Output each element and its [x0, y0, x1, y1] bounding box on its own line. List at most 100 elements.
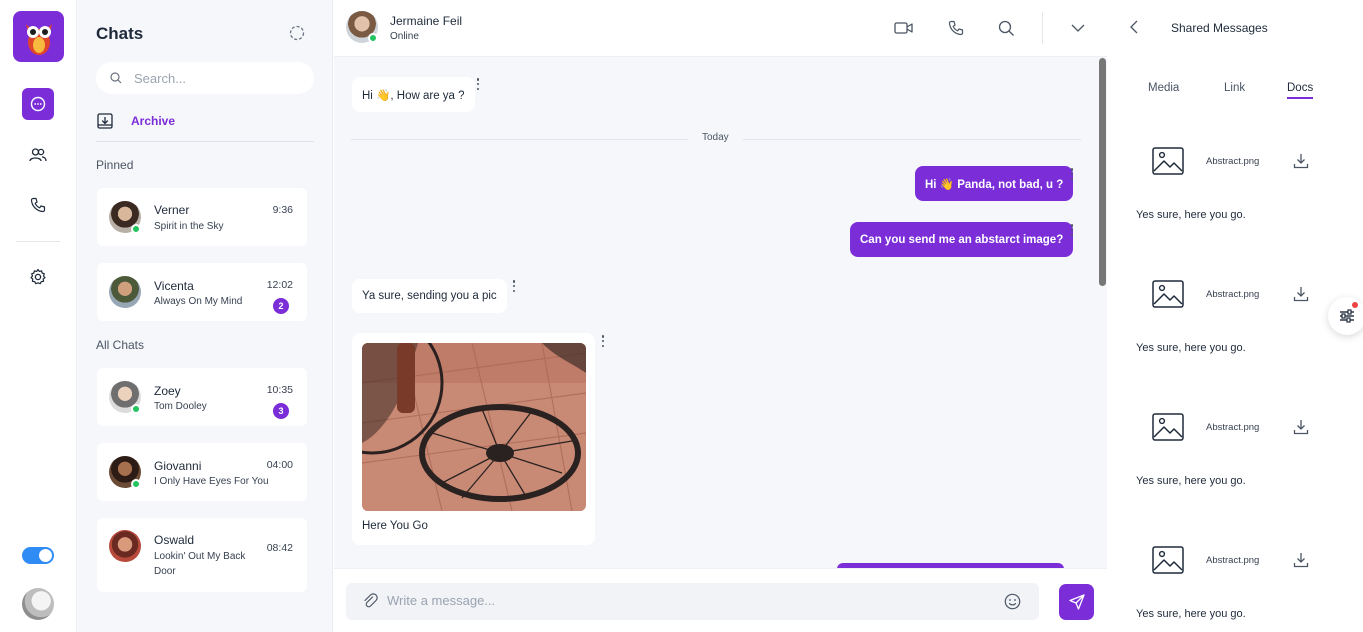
emoji-icon[interactable] [1004, 593, 1021, 610]
doc-message-text: Yes sure, here you go. [1136, 608, 1246, 620]
chat-last-message: Lookin' Out My Back Door [154, 551, 246, 577]
more-options-button[interactable] [1068, 18, 1088, 38]
chat-time: 04:00 [266, 459, 293, 471]
shared-doc-item[interactable]: Abstract.png [1108, 145, 1363, 185]
image-caption: Here You Go [362, 520, 428, 532]
download-icon[interactable] [1293, 153, 1309, 169]
chat-item-zoey[interactable]: Zoey Tom Dooley 10:35 3 [97, 368, 307, 426]
message-bubble-incoming: Hi 👋, How are ya ? [352, 77, 475, 112]
doc-file-name: Abstract.png [1206, 555, 1260, 566]
shared-doc-item[interactable]: Abstract.png [1108, 278, 1363, 318]
online-indicator [131, 404, 141, 414]
message-menu-button[interactable] [512, 280, 516, 292]
archive-link[interactable]: Archive [96, 112, 175, 130]
nav-contacts-button[interactable] [22, 139, 54, 171]
all-chats-section-label: All Chats [96, 338, 145, 352]
tab-link[interactable]: Link [1224, 82, 1245, 94]
search-icon [998, 20, 1014, 36]
download-icon[interactable] [1293, 552, 1309, 568]
archive-icon [97, 113, 113, 129]
send-icon [1068, 594, 1085, 610]
message-bubble-outgoing: Hi 👋 Panda, not bad, u ? [915, 166, 1074, 201]
tab-media[interactable]: Media [1148, 82, 1179, 94]
attachment-icon[interactable] [362, 593, 378, 609]
download-icon[interactable] [1293, 419, 1309, 435]
contact-status: Online [390, 31, 419, 42]
chat-last-message: Spirit in the Sky [154, 221, 224, 232]
chat-item-verner[interactable]: Verner Spirit in the Sky 9:36 [97, 188, 307, 246]
message-menu-button[interactable] [601, 335, 605, 347]
image-file-icon [1152, 280, 1184, 308]
theme-toggle[interactable] [22, 547, 54, 564]
chat-name: Oswald [154, 533, 195, 547]
message-bubble-incoming: Ya sure, sending you a pic [352, 279, 507, 313]
chat-time: 12:02 [266, 279, 293, 291]
chat-name: Giovanni [154, 459, 202, 473]
refresh-icon[interactable] [289, 25, 305, 41]
message-menu-button[interactable] [1070, 168, 1074, 180]
chat-name: Zoey [154, 384, 181, 398]
chat-item-giovanni[interactable]: Giovanni I Only Have Eyes For You 04:00 [97, 443, 307, 501]
phone-icon [948, 20, 964, 36]
image-message: Here You Go [352, 333, 595, 545]
pinned-section-label: Pinned [96, 158, 134, 172]
chat-last-message: Tom Dooley [154, 401, 207, 412]
app-logo[interactable] [13, 11, 64, 62]
shared-messages-panel: Shared Messages Media Link Docs Abstract… [1108, 0, 1363, 632]
online-indicator [131, 479, 141, 489]
doc-message-text: Yes sure, here you go. [1136, 209, 1246, 221]
doc-file-name: Abstract.png [1206, 422, 1260, 433]
user-avatar[interactable] [22, 588, 54, 620]
archive-label: Archive [131, 114, 176, 128]
tab-docs[interactable]: Docs [1287, 82, 1314, 99]
nav-rail [0, 0, 77, 632]
message-menu-button[interactable] [1070, 224, 1074, 236]
back-chevron-icon[interactable] [1127, 19, 1143, 35]
video-call-button[interactable] [894, 18, 914, 38]
avatar [109, 276, 141, 308]
message-text: Hi 👋, How are ya ? [362, 89, 465, 102]
conversation-panel: Jermaine Feil Online Hi 👋, How are ya ? … [334, 0, 1107, 632]
chat-item-vicenta[interactable]: Vicenta Always On My Mind 12:02 2 [97, 263, 307, 321]
customizer-button[interactable] [1328, 297, 1363, 335]
message-menu-button[interactable] [476, 78, 480, 90]
chat-item-oswald[interactable]: Oswald Lookin' Out My Back Door 08:42 [97, 518, 307, 592]
bicycle-shadow-image [362, 343, 586, 511]
chat-name: Verner [154, 203, 190, 217]
chat-name: Vicenta [154, 279, 194, 293]
doc-message-text: Yes sure, here you go. [1136, 342, 1246, 354]
messages-scrollbar[interactable] [1099, 58, 1106, 286]
rail-divider [16, 241, 60, 242]
send-button[interactable] [1059, 584, 1094, 620]
shared-doc-item[interactable]: Abstract.png [1108, 544, 1363, 584]
composer-box [346, 583, 1039, 620]
nav-calls-button[interactable] [22, 189, 54, 221]
chat-last-message: I Only Have Eyes For You [154, 476, 269, 487]
shared-doc-item[interactable]: Abstract.png [1108, 411, 1363, 451]
contacts-icon [29, 148, 47, 162]
message-text: Ya sure, sending you a pic [362, 290, 497, 302]
phone-icon [30, 197, 46, 213]
chat-icon [30, 96, 46, 112]
search-messages-button[interactable] [996, 18, 1016, 38]
header-divider [1042, 12, 1043, 44]
shared-messages-title: Shared Messages [1171, 21, 1268, 35]
search-input[interactable] [134, 70, 294, 86]
download-icon[interactable] [1293, 286, 1309, 302]
nav-settings-button[interactable] [22, 261, 54, 293]
image-file-icon [1152, 546, 1184, 574]
search-icon [110, 72, 122, 84]
chat-time: 08:42 [266, 542, 293, 554]
shared-photo[interactable] [362, 343, 586, 511]
message-text: Can you send me an abstarct image? [860, 233, 1064, 246]
chat-list-title: Chats [96, 24, 144, 43]
conversation-header: Jermaine Feil Online [334, 0, 1107, 57]
message-bubble-outgoing: Can you send me an abstarct image? [850, 222, 1074, 257]
day-label: Today [688, 132, 743, 143]
nav-chats-button[interactable] [22, 88, 54, 120]
sliders-icon [1340, 309, 1354, 323]
voice-call-button[interactable] [946, 18, 966, 38]
message-input[interactable] [387, 593, 947, 608]
online-indicator [131, 224, 141, 234]
chat-time: 10:35 [266, 384, 293, 396]
